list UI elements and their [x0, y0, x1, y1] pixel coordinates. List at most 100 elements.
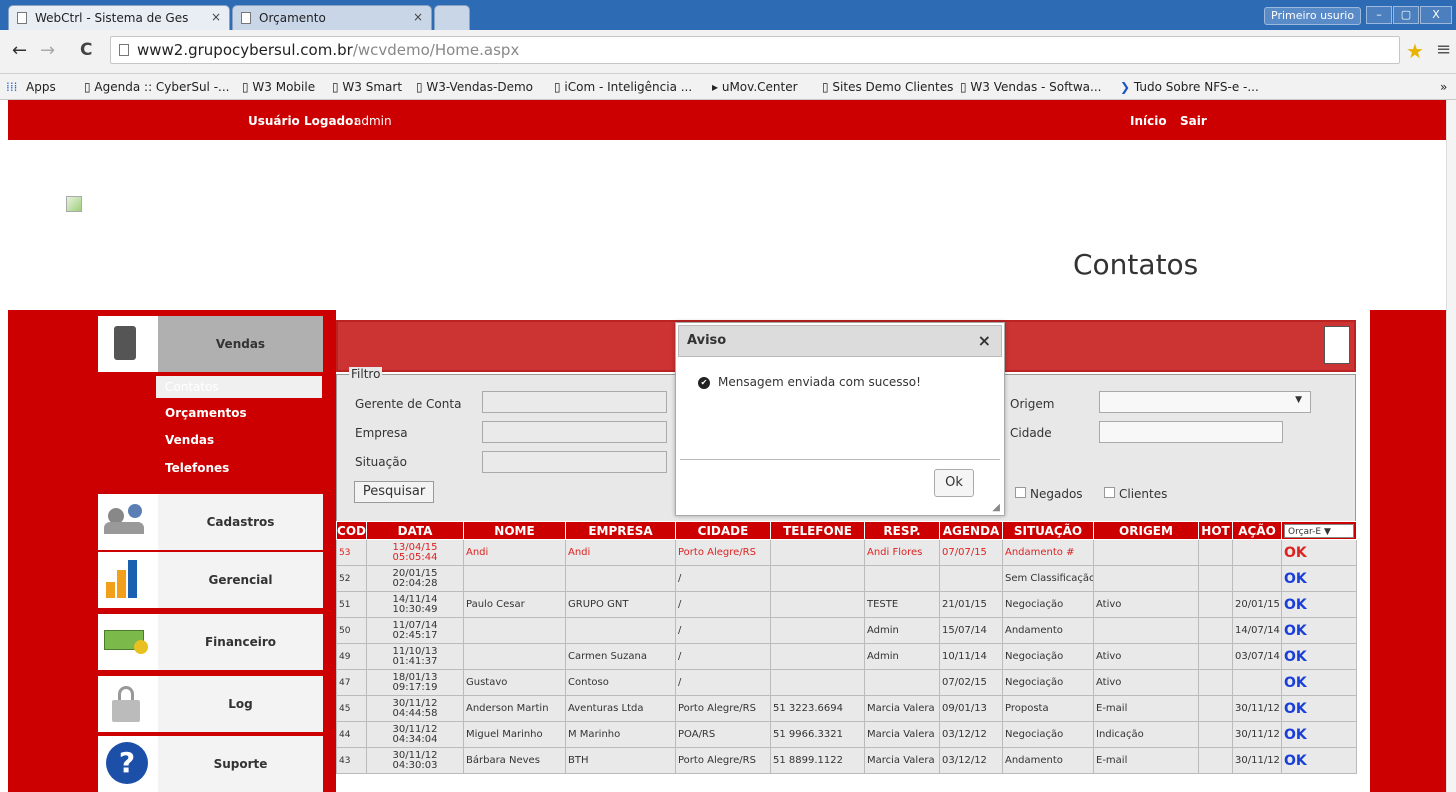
menu-financeiro[interactable]: Financeiro	[98, 614, 323, 670]
ok-link[interactable]: OK	[1281, 643, 1357, 670]
table-row[interactable]: 47 18/01/13 09:17:19 Gustavo Contoso/ 07/02/…	[336, 669, 1357, 696]
action-select[interactable]: Orçar-E ▼	[1284, 523, 1354, 538]
clientes-checkbox[interactable]	[1104, 487, 1115, 498]
profile-button[interactable]: Primeiro usurio	[1264, 7, 1362, 25]
url-input[interactable]: www2.grupocybersul.com.br/wcvdemo/Home.a…	[110, 36, 1400, 64]
col-header[interactable]: AÇÃO	[1232, 521, 1282, 540]
url-host: www2.grupocybersul.com.br	[137, 41, 353, 59]
col-header[interactable]: CIDADE	[675, 521, 771, 540]
menu-gerencial[interactable]: Gerencial	[98, 552, 323, 608]
table-row[interactable]: 52 20/01/15 02:04:28 / Sem Classificação OK	[336, 565, 1357, 592]
col-header[interactable]: RESP.	[864, 521, 940, 540]
bookmark-umov[interactable]: ▸ uMov.Center	[712, 74, 798, 100]
col-header[interactable]: COD	[336, 521, 367, 540]
ok-link[interactable]: OK	[1281, 617, 1357, 644]
reload-icon[interactable]: C	[80, 40, 92, 60]
menu-cadastros[interactable]: Cadastros	[98, 494, 323, 550]
table-row[interactable]: 49 11/10/13 01:41:37 Carmen Suzana / Admin 10…	[336, 643, 1357, 670]
col-header[interactable]: HOT	[1198, 521, 1233, 540]
col-header[interactable]: EMPRESA	[565, 521, 676, 540]
new-tab-button[interactable]	[434, 5, 470, 30]
sair-link[interactable]: Sair	[1180, 114, 1207, 128]
apps-icon[interactable]: ⁞⁞⁞	[6, 74, 17, 100]
tab-orcamento[interactable]: Orçamento ×	[232, 5, 432, 30]
bookmark-w3-mobile[interactable]: ▯ W3 Mobile	[242, 74, 315, 100]
menu-vendas[interactable]: Vendas	[98, 316, 323, 372]
situacao-input[interactable]	[482, 451, 667, 473]
table-cell: 20/01/15	[1232, 591, 1282, 618]
col-header[interactable]: AGENDA	[939, 521, 1003, 540]
tab-title: WebCtrl - Sistema de Ges	[35, 11, 189, 25]
ok-link[interactable]: OK	[1281, 565, 1357, 592]
ok-button[interactable]: Ok	[934, 469, 974, 497]
col-header[interactable]: ORIGEM	[1093, 521, 1199, 540]
forward-icon[interactable]: →	[40, 40, 55, 61]
table-row[interactable]: 53 13/04/15 05:05:44 Andi Andi Porto Alegre/…	[336, 539, 1357, 566]
back-icon[interactable]: ←	[12, 40, 27, 61]
page-icon	[17, 12, 27, 24]
bookmark-w3-vendas[interactable]: ▯ W3 Vendas - Softwa...	[960, 74, 1101, 100]
negados-checkbox[interactable]	[1015, 487, 1026, 498]
gerente-input[interactable]	[482, 391, 667, 413]
empresa-input[interactable]	[482, 421, 667, 443]
ok-link[interactable]: OK	[1281, 669, 1357, 696]
cidade-input[interactable]	[1099, 421, 1283, 443]
bookmark-label: iCom - Inteligência ...	[564, 80, 693, 94]
pesquisar-button[interactable]: Pesquisar	[354, 481, 434, 503]
close-tab-icon[interactable]: ×	[211, 10, 221, 24]
bookmark-agenda[interactable]: ▯ Agenda :: CyberSul -...	[84, 74, 229, 100]
table-cell	[1093, 539, 1199, 566]
table-row[interactable]: 50 11/07/14 02:45:17 / Admin 15/07/14 Andamen…	[336, 617, 1357, 644]
resize-handle-icon[interactable]: ◢	[992, 502, 1000, 513]
close-tab-icon[interactable]: ×	[413, 10, 423, 24]
new-document-icon[interactable]	[1324, 326, 1350, 364]
table-cell: 07/07/15	[939, 539, 1003, 566]
ok-link[interactable]: OK	[1281, 591, 1357, 618]
bookmark-sites-demo[interactable]: ▯ Sites Demo Clientes	[822, 74, 953, 100]
table-cell: Ativo	[1093, 643, 1199, 670]
menu-icon[interactable]: ≡	[1436, 39, 1451, 60]
table-cell: 51 9966.3321	[770, 721, 865, 748]
tab-webctrl[interactable]: WebCtrl - Sistema de Ges ×	[8, 5, 230, 30]
table-cell: Andi	[463, 539, 566, 566]
inicio-link[interactable]: Início	[1130, 114, 1167, 128]
star-icon[interactable]: ★	[1406, 39, 1424, 63]
menu-suporte[interactable]: ? Suporte	[98, 736, 323, 792]
ok-link[interactable]: OK	[1281, 747, 1357, 774]
bookmark-label: W3-Vendas-Demo	[426, 80, 534, 94]
bookmarks-overflow[interactable]: »	[1440, 74, 1447, 100]
bookmark-nfse[interactable]: ❯ Tudo Sobre NFS-e -...	[1120, 74, 1259, 100]
close-window-icon[interactable]: X	[1420, 6, 1452, 24]
close-icon[interactable]: ×	[978, 326, 991, 356]
table-cell: 43	[336, 747, 367, 774]
ok-link[interactable]: OK	[1281, 721, 1357, 748]
maximize-icon[interactable]: ▢	[1393, 6, 1419, 24]
col-header[interactable]: NOME	[463, 521, 566, 540]
col-header[interactable]: DATA	[366, 521, 464, 540]
col-header[interactable]: SITUAÇÃO	[1002, 521, 1094, 540]
table-row[interactable]: 45 30/11/12 04:44:58 Anderson Martin Aventu…	[336, 695, 1357, 722]
submenu-telefones[interactable]: Telefones	[165, 461, 229, 475]
menu-log[interactable]: Log	[98, 676, 323, 732]
bookmark-label: Sites Demo Clientes	[832, 80, 954, 94]
table-cell: 30/11/12	[1232, 695, 1282, 722]
bookmark-apps[interactable]: Apps	[26, 74, 56, 100]
table-cell: 14/07/14	[1232, 617, 1282, 644]
submenu-contatos[interactable]: Contatos	[165, 380, 219, 394]
bookmark-w3-vendas-demo[interactable]: ▯ W3-Vendas-Demo	[416, 74, 533, 100]
table-row[interactable]: 43 30/11/12 04:30:03 Bárbara Neves BTH Porto…	[336, 747, 1357, 774]
col-header[interactable]: TELEFONE	[770, 521, 865, 540]
table-cell	[770, 591, 865, 618]
minimize-icon[interactable]: –	[1366, 6, 1392, 24]
bookmark-icom[interactable]: ▯ iCom - Inteligência ...	[554, 74, 692, 100]
submenu-orcamentos[interactable]: Orçamentos	[165, 406, 247, 420]
bookmark-w3-smart[interactable]: ▯ W3 Smart	[332, 74, 402, 100]
gerente-label: Gerente de Conta	[355, 397, 462, 411]
origem-select[interactable]: ▼	[1099, 391, 1311, 413]
submenu-vendas[interactable]: Vendas	[165, 433, 214, 447]
ok-link[interactable]: OK	[1281, 539, 1357, 566]
table-row[interactable]: 51 14/11/14 10:30:49 Paulo Cesar GRUPO GNT /…	[336, 591, 1357, 618]
table-row[interactable]: 44 30/11/12 04:34:04 Miguel Marinho M Marin…	[336, 721, 1357, 748]
ok-link[interactable]: OK	[1281, 695, 1357, 722]
scrollbar[interactable]	[1446, 100, 1456, 792]
